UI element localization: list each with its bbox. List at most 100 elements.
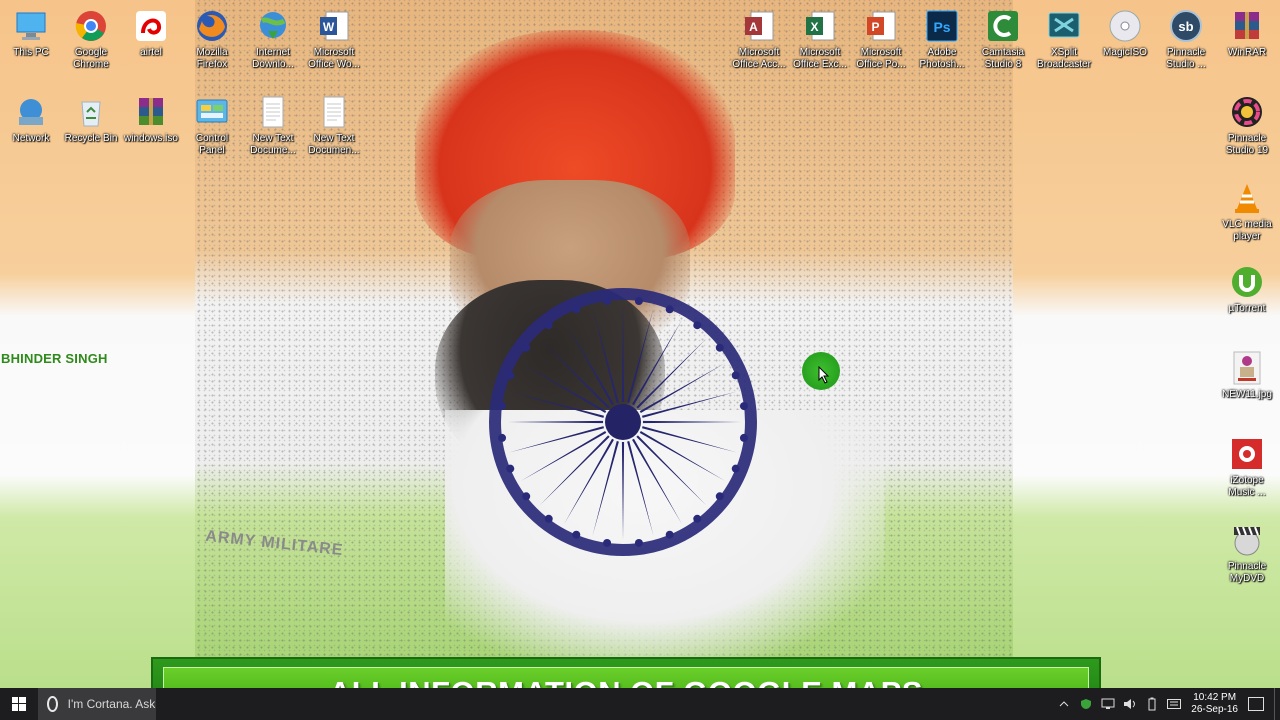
cortana-placeholder: I'm Cortana. Ask me anything. <box>67 697 156 711</box>
icon-label: Microsoft Office Wo... <box>308 47 360 70</box>
icon-label: This PC <box>13 47 49 58</box>
chakra-spoke <box>505 420 604 424</box>
desktop-icon-mozilla-firefox[interactable]: Mozilla Firefox <box>181 8 243 71</box>
network-icon <box>13 94 49 130</box>
chakra-rim-dot <box>715 492 724 501</box>
chakra-rim-dot <box>572 305 581 314</box>
desktop-icon-internet-download[interactable]: Internet Downlo... <box>242 8 304 71</box>
desktop-icon-this-pc[interactable]: This PC <box>0 8 62 59</box>
chrome-icon <box>73 8 109 44</box>
icon-label: Pinnacle MyDVD <box>1227 561 1267 584</box>
chakra-spoke <box>636 338 707 409</box>
cortana-search-box[interactable]: I'm Cortana. Ask me anything. <box>38 688 156 720</box>
ashoka-chakra-icon <box>489 288 757 556</box>
icon-label: Google Chrome <box>73 47 109 70</box>
chakra-rim-dot <box>739 402 748 411</box>
desktop-icon-ms-access[interactable]: A Microsoft Office Acc... <box>728 8 790 71</box>
desktop-icon-control-panel[interactable]: Control Panel <box>181 94 243 157</box>
chakra-rim-dot <box>665 305 674 314</box>
desktop-icon-ms-powerpoint[interactable]: P Microsoft Office Po... <box>850 8 912 71</box>
chakra-rim-dot <box>544 321 553 330</box>
icon-label: XSplit Broadcaster <box>1037 47 1091 70</box>
clock-time: 10:42 PM <box>1193 692 1237 703</box>
speaker-icon[interactable] <box>1122 696 1138 712</box>
text-document-icon <box>255 94 291 130</box>
icon-label: Recycle Bin <box>64 133 118 144</box>
svg-text:P: P <box>871 20 879 34</box>
desktop-icon-winrar[interactable]: WinRAR <box>1216 8 1278 59</box>
powerpoint-icon: P <box>863 8 899 44</box>
desktop-icon-magiciso[interactable]: MagicISO <box>1094 8 1156 59</box>
vlc-cone-icon <box>1229 180 1265 216</box>
access-icon: A <box>741 8 777 44</box>
start-button[interactable] <box>0 688 38 720</box>
chakra-spoke <box>636 435 707 506</box>
chakra-rim-dot <box>498 433 507 442</box>
taskbar: I'm Cortana. Ask me anything. 10:42 PM 2… <box>0 688 1280 720</box>
icon-label: New Text Documen... <box>308 133 360 156</box>
dvd-clapper-icon <box>1229 522 1265 558</box>
chakra-rim-dot <box>634 297 643 306</box>
chakra-rim-dot <box>693 321 702 330</box>
desktop-icon-recycle-bin[interactable]: Recycle Bin <box>60 94 122 145</box>
chakra-rim-dot <box>634 538 643 547</box>
mouse-pointer-icon <box>818 366 830 384</box>
chevron-up-icon[interactable] <box>1056 696 1072 712</box>
icon-label: Network <box>12 133 50 144</box>
shield-icon[interactable] <box>1078 696 1094 712</box>
chakra-spoke <box>509 391 604 418</box>
desktop-icon-camtasia[interactable]: Camtasia Studio 8 <box>972 8 1034 71</box>
icon-label: Internet Downlo... <box>252 47 294 70</box>
desktop-icon-pinnacle-studio[interactable]: sb Pinnacle Studio ... <box>1155 8 1217 71</box>
network-tray-icon[interactable] <box>1100 696 1116 712</box>
chakra-spoke <box>592 441 619 536</box>
clock[interactable]: 10:42 PM 26-Sep-16 <box>1191 692 1238 716</box>
desktop-icon-windows-iso[interactable]: windows.iso <box>120 94 182 145</box>
chakra-spoke <box>509 426 604 453</box>
desktop-icon-pinnacle-19[interactable]: Pinnacle Studio 19 <box>1216 94 1278 157</box>
desktop-icon-ms-word[interactable]: W Microsoft Office Wo... <box>303 8 365 71</box>
icon-label: New Text Docume... <box>250 133 296 156</box>
system-tray: 10:42 PM 26-Sep-16 <box>1053 688 1280 720</box>
chakra-spoke <box>592 308 619 403</box>
chakra-spoke <box>539 435 610 506</box>
desktop-icon-photoshop[interactable]: Ps Adobe Photosh... <box>911 8 973 71</box>
keyboard-icon[interactable] <box>1166 696 1182 712</box>
desktop-icon-xsplit[interactable]: XSplit Broadcaster <box>1033 8 1095 71</box>
icon-label: airtel <box>140 47 162 58</box>
desktop-icon-ms-excel[interactable]: X Microsoft Office Exc... <box>789 8 851 71</box>
icon-label: Adobe Photosh... <box>919 47 965 70</box>
xsplit-icon <box>1046 8 1082 44</box>
icon-label: Camtasia Studio 8 <box>981 47 1025 70</box>
chakra-spoke <box>627 441 654 536</box>
desktop-icon-new-text-1[interactable]: New Text Docume... <box>242 94 304 157</box>
chakra-rim-dot <box>693 514 702 523</box>
desktop-icon-utorrent[interactable]: µTorrent <box>1216 264 1278 315</box>
airtel-icon <box>133 8 169 44</box>
chakra-rim-dot <box>603 538 612 547</box>
battery-icon[interactable] <box>1144 696 1160 712</box>
svg-text:A: A <box>749 20 758 34</box>
desktop-icon-new-jpg[interactable]: NEW11.jpg <box>1216 350 1278 401</box>
chakra-rim-dot <box>522 343 531 352</box>
chakra-rim-dot <box>665 530 674 539</box>
show-desktop-button[interactable] <box>1274 688 1280 720</box>
icon-label: Control Panel <box>195 133 229 156</box>
chakra-rim-dot <box>603 297 612 306</box>
desktop-icon-izotope[interactable]: iZotope Music ... <box>1216 436 1278 499</box>
chakra-rim-dot <box>506 464 515 473</box>
chakra-spoke <box>642 420 741 424</box>
icon-label: windows.iso <box>124 133 178 144</box>
desktop-icon-pinnacle-mydvd[interactable]: Pinnacle MyDVD <box>1216 522 1278 585</box>
wallpaper-name-text: BHINDER SINGH <box>1 351 108 366</box>
desktop-icon-new-text-2[interactable]: New Text Documen... <box>303 94 365 157</box>
computer-icon <box>13 8 49 44</box>
desktop-icon-google-chrome[interactable]: Google Chrome <box>60 8 122 71</box>
clock-date: 26-Sep-16 <box>1191 704 1238 715</box>
desktop-icon-vlc[interactable]: VLC media player <box>1216 180 1278 243</box>
action-center-icon[interactable] <box>1248 697 1264 711</box>
desktop-icon-airtel[interactable]: airtel <box>120 8 182 59</box>
desktop-icon-network[interactable]: Network <box>0 94 62 145</box>
chakra-spoke <box>642 391 737 418</box>
pinnacle-color-icon <box>1229 94 1265 130</box>
